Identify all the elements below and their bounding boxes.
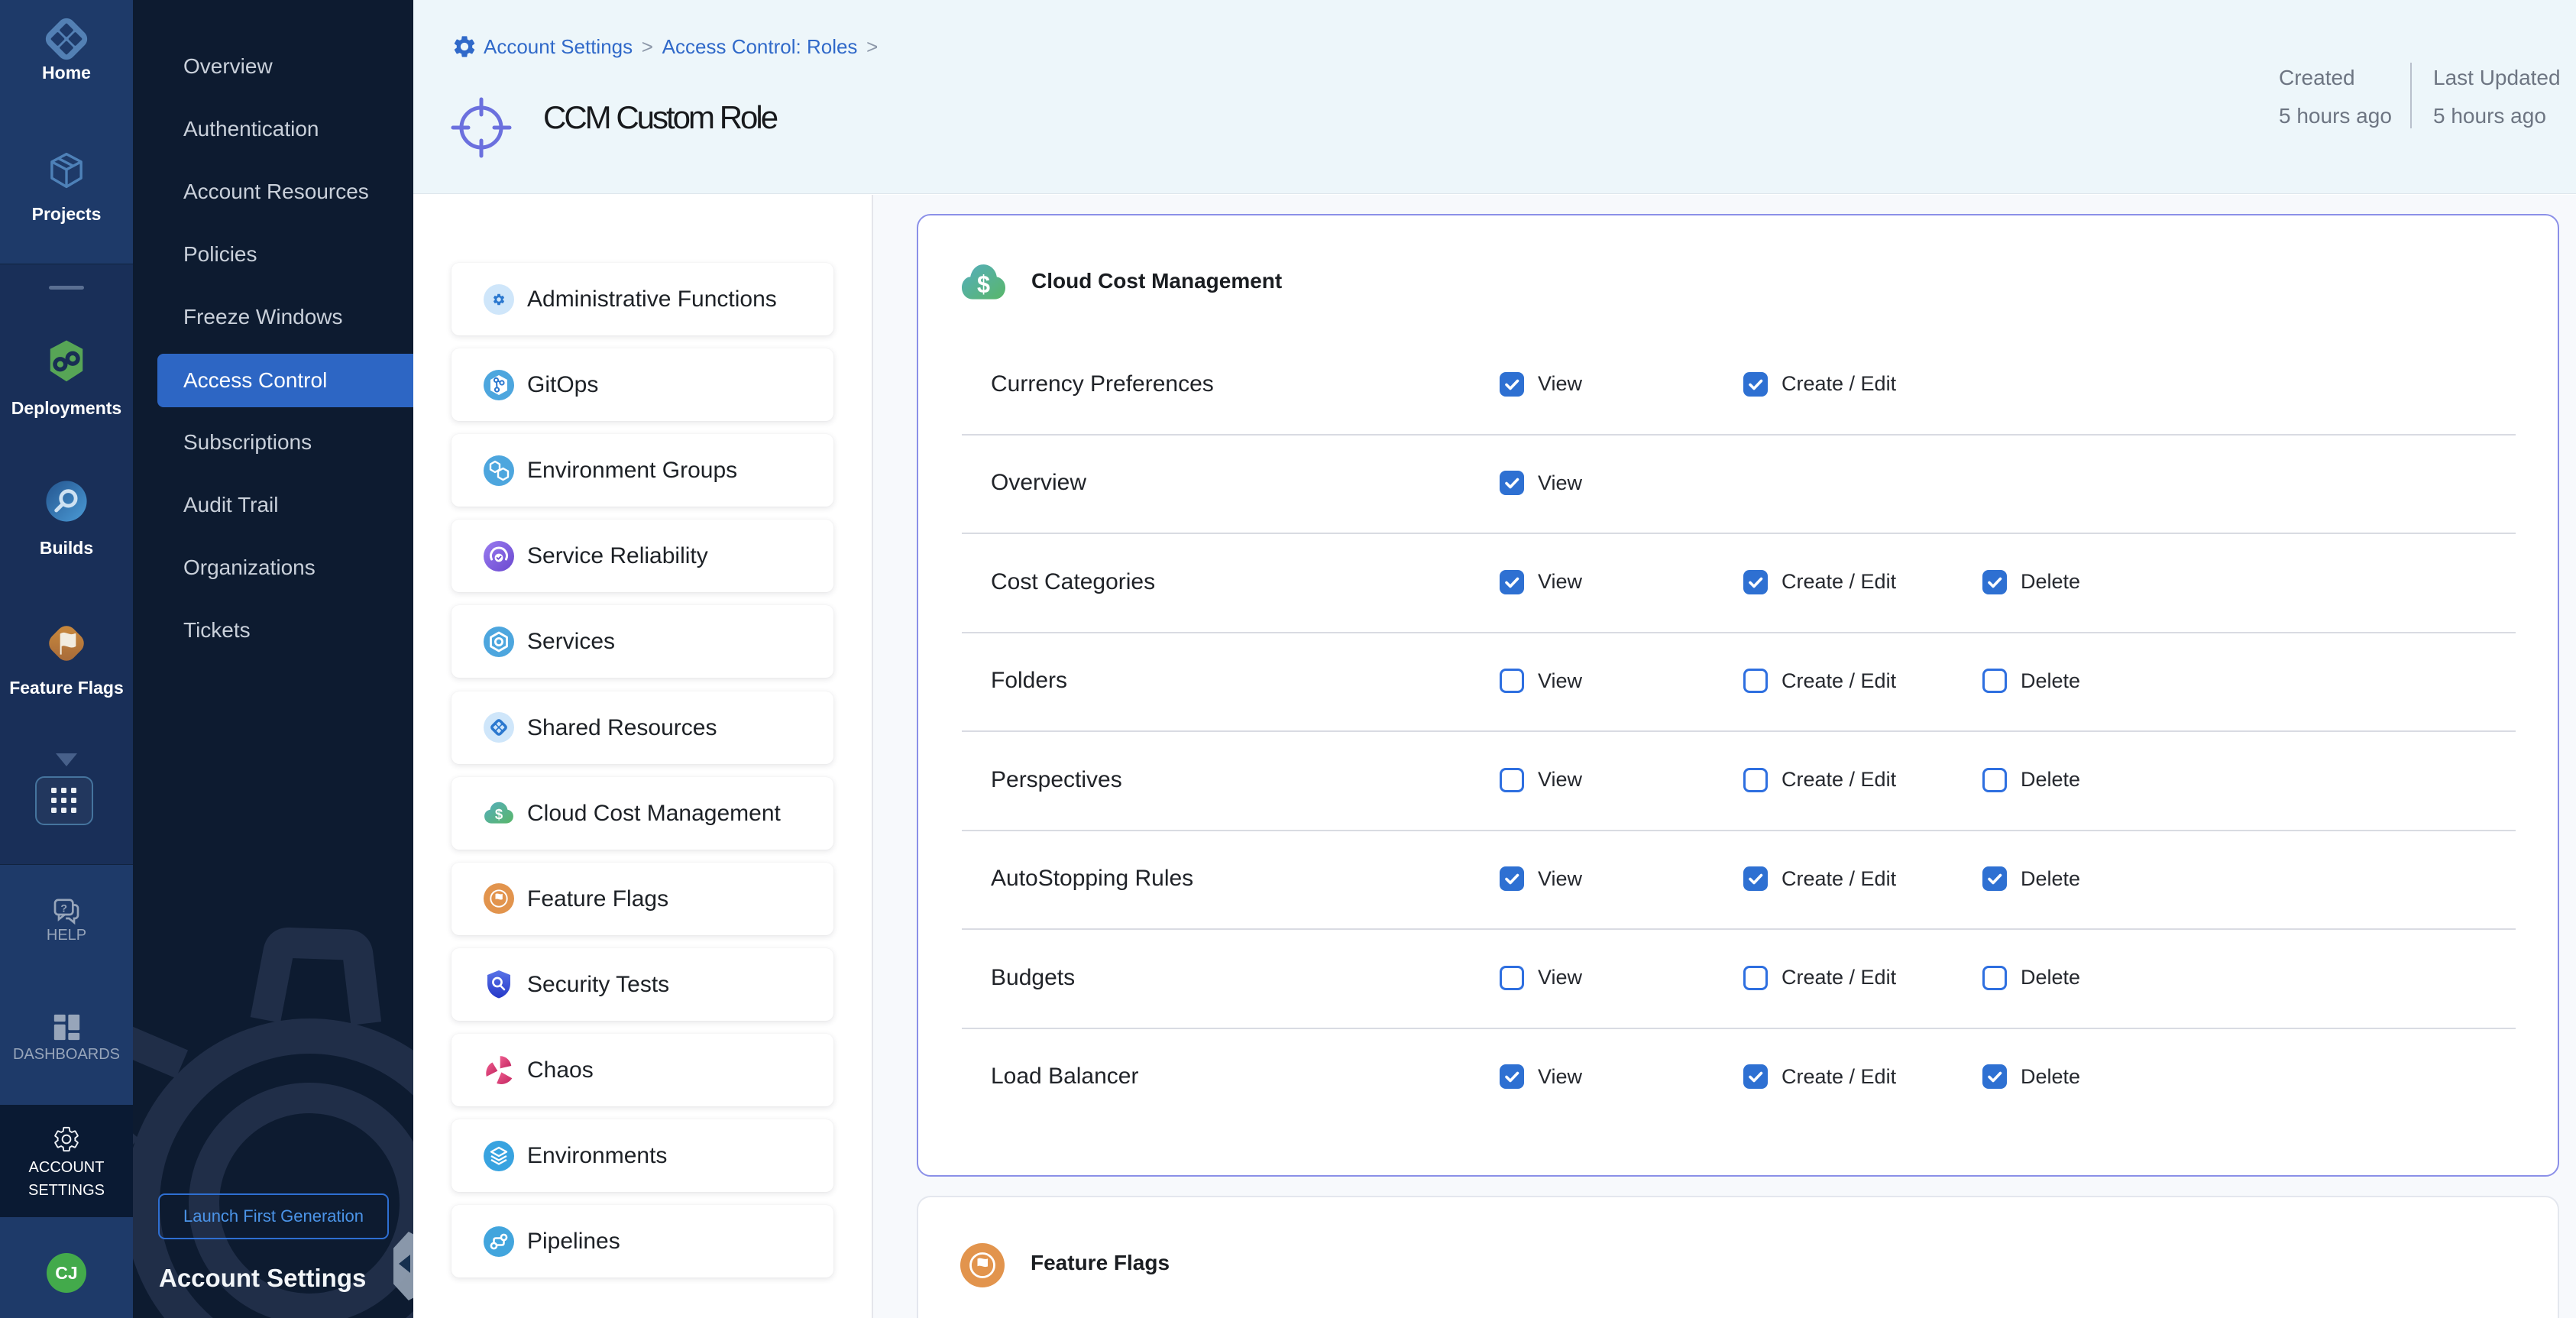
svg-text:?: ?: [60, 902, 67, 915]
svg-text:$: $: [977, 270, 990, 298]
svg-text:$: $: [495, 806, 503, 822]
